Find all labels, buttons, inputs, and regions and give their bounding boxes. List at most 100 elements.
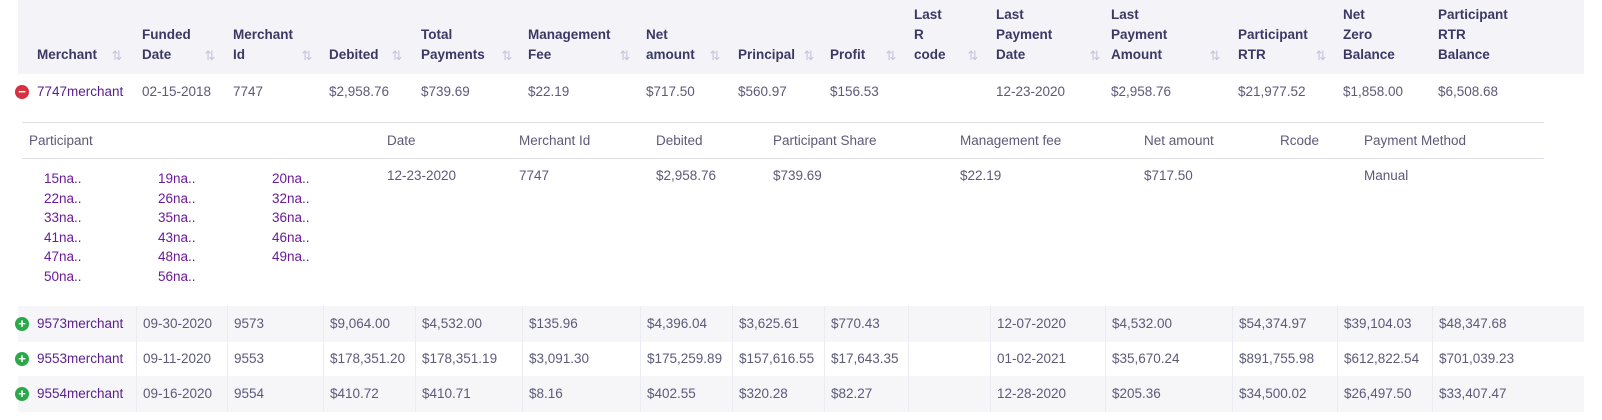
column-header-label: Principal — [738, 45, 795, 65]
table-row[interactable]: + 9553merchant 09-11-2020 9553 $178,351.20 $… — [15, 341, 1584, 377]
column-header-label-line: Date — [996, 47, 1026, 62]
column-header-label: Participant RTR Balance — [1438, 5, 1508, 65]
cell-participant-rtr: $54,374.97 — [1232, 306, 1307, 342]
column-header-label: Management Fee — [528, 25, 611, 65]
table-row-expanded[interactable]: − 7747merchant 02-15-2018 7747 $2,958.76 $73… — [15, 74, 1584, 110]
participant-link[interactable]: 46na.. — [272, 228, 332, 247]
participant-link[interactable]: 48na.. — [158, 247, 218, 266]
cell-net-zero-balance: $1,858.00 — [1343, 84, 1404, 99]
detail-header-date: Date — [387, 133, 416, 148]
column-header-label-line: Id — [233, 47, 245, 62]
sort-icon[interactable]: ⇅ — [884, 48, 898, 64]
cell-participant-rtr: $891,755.98 — [1232, 341, 1314, 377]
sort-icon[interactable]: ⇅ — [500, 48, 514, 64]
participant-link[interactable]: 32na.. — [272, 189, 332, 208]
column-header-label-line: Merchant — [37, 47, 98, 62]
cell-funded-date: 09-30-2020 — [136, 306, 212, 342]
column-header-label-line: Total — [421, 27, 453, 42]
detail-header-merchant-id: Merchant Id — [519, 133, 591, 148]
expand-row-icon[interactable]: + — [15, 317, 29, 331]
detail-management-fee: $22.19 — [960, 168, 1002, 183]
cell-profit: $17,643.35 — [824, 341, 899, 377]
column-header-label: Last Payment Date — [996, 5, 1052, 65]
detail-header-management-fee: Management fee — [960, 133, 1062, 148]
sort-icon[interactable]: ⇅ — [1208, 48, 1222, 64]
participant-link[interactable]: 47na.. — [44, 247, 104, 266]
detail-header-payment-method: Payment Method — [1364, 133, 1467, 148]
cell-last-payment-date: 12-07-2020 — [990, 306, 1066, 342]
column-header-label-line: Participant — [1238, 27, 1308, 42]
participant-link[interactable]: 36na.. — [272, 208, 332, 227]
cell-profit: $82.27 — [824, 376, 872, 412]
participant-link[interactable]: 26na.. — [158, 189, 218, 208]
column-header-label-line: Merchant — [233, 27, 294, 42]
cell-funded-date: 09-11-2020 — [136, 341, 211, 377]
column-header-label: Net amount — [646, 25, 695, 65]
cell-last-rcode — [908, 74, 914, 110]
participant-link[interactable]: 20na.. — [272, 169, 332, 188]
merchant-table: Merchant ⇅ Funded Date ⇅ Merchant Id ⇅ Debited ⇅ T… — [0, 0, 1602, 420]
column-header-label-line: code — [914, 47, 946, 62]
table-row[interactable]: + 9554merchant 09-16-2020 9554 $410.72 $410.… — [15, 376, 1584, 412]
participant-link[interactable]: 41na.. — [44, 228, 104, 247]
table-header: Merchant ⇅ Funded Date ⇅ Merchant Id ⇅ Debited ⇅ T… — [18, 0, 1584, 74]
sort-icon[interactable]: ⇅ — [802, 48, 816, 64]
column-header-label-line: Amount — [1111, 47, 1162, 62]
participant-link[interactable]: 49na.. — [272, 247, 332, 266]
cell-participant-rtr-balance: $701,039.23 — [1432, 341, 1514, 377]
sort-icon[interactable]: ⇅ — [1088, 48, 1102, 64]
participant-link[interactable]: 35na.. — [158, 208, 218, 227]
cell-merchant[interactable]: 9554merchant — [37, 376, 123, 412]
participant-link[interactable]: 56na.. — [158, 267, 218, 286]
column-header-label: Net Zero Balance — [1343, 5, 1395, 65]
collapse-row-icon[interactable]: − — [15, 85, 29, 99]
cell-merchant[interactable]: 9573merchant — [37, 306, 123, 342]
table-row[interactable]: + 9573merchant 09-30-2020 9573 $9,064.00 $4,… — [15, 306, 1584, 342]
sort-icon[interactable]: ⇅ — [110, 48, 124, 64]
participant-link[interactable]: 15na.. — [44, 169, 104, 188]
sort-icon[interactable]: ⇅ — [966, 48, 980, 64]
cell-last-rcode — [908, 306, 915, 342]
cell-merchant-id: 7747 — [233, 84, 264, 99]
detail-debited: $2,958.76 — [656, 168, 717, 183]
sort-icon[interactable]: ⇅ — [1314, 48, 1328, 64]
sort-icon[interactable]: ⇅ — [618, 48, 632, 64]
column-header-label-line: Net Zero — [1343, 7, 1373, 42]
cell-net-amount: $175,259.89 — [640, 341, 722, 377]
participant-link[interactable]: 22na.. — [44, 189, 104, 208]
cell-principal: $157,616.55 — [732, 341, 814, 377]
sort-icon[interactable]: ⇅ — [300, 48, 314, 64]
column-header-label-line: Profit — [830, 47, 866, 62]
column-header-label: Total Payments — [421, 25, 485, 65]
cell-principal: $3,625.61 — [732, 306, 799, 342]
cell-debited: $9,064.00 — [323, 306, 390, 342]
sort-icon[interactable]: ⇅ — [203, 48, 217, 64]
cell-funded-date: 09-16-2020 — [136, 376, 212, 412]
cell-merchant[interactable]: 7747merchant — [37, 74, 123, 110]
sort-icon[interactable]: ⇅ — [390, 48, 404, 64]
cell-total-payments: $178,351.19 — [415, 341, 497, 377]
cell-debited: $178,351.20 — [323, 341, 405, 377]
cell-participant-rtr: $21,977.52 — [1238, 84, 1306, 99]
column-header-label-line: Fee — [528, 47, 552, 62]
expand-row-icon[interactable]: + — [15, 387, 29, 401]
participant-link[interactable]: 43na.. — [158, 228, 218, 247]
participant-link[interactable]: 50na.. — [44, 267, 104, 286]
cell-participant-rtr-balance: $48,347.68 — [1432, 306, 1507, 342]
cell-merchant[interactable]: 9553merchant — [37, 341, 123, 377]
detail-header-participant-share: Participant Share — [773, 133, 877, 148]
participant-link[interactable]: 19na.. — [158, 169, 218, 188]
cell-total-payments: $4,532.00 — [415, 306, 482, 342]
cell-principal: $560.97 — [738, 84, 787, 99]
sort-icon[interactable]: ⇅ — [708, 48, 722, 64]
column-header-label-line: amount — [646, 47, 695, 62]
cell-last-rcode — [908, 376, 915, 412]
participant-link[interactable]: 33na.. — [44, 208, 104, 227]
cell-net-amount: $4,396.04 — [640, 306, 707, 342]
expand-row-icon[interactable]: + — [15, 352, 29, 366]
column-header-label: Participant RTR — [1238, 25, 1308, 65]
detail-date: 12-23-2020 — [387, 168, 457, 183]
column-header-label-line: RTR — [1238, 47, 1266, 62]
column-header-label: Last R code — [914, 5, 946, 65]
column-header-label-line: Debited — [329, 47, 379, 62]
